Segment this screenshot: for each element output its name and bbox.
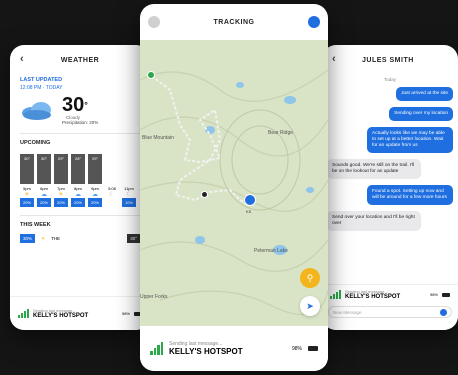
- divider: [20, 215, 140, 216]
- chat-footer: Sending last message... KELLY'S HOTSPOT …: [322, 284, 458, 330]
- current-weather: 30° Cloudy Precipitation: 20%: [10, 91, 150, 125]
- map-label: Peterman Lake: [254, 248, 288, 254]
- hour-column: 29° 7pm ☀ 20%: [54, 154, 68, 207]
- back-arrow-icon[interactable]: ‹: [20, 53, 24, 65]
- hour-column: 11pm ☾ 10%: [122, 154, 136, 207]
- tracking-header: TRACKING: [140, 4, 328, 40]
- compass-icon[interactable]: ⚲: [300, 268, 320, 288]
- hotspot-name: KELLY'S HOTSPOT: [345, 294, 401, 300]
- week-row: 30% ☀ THE 30°: [10, 228, 150, 243]
- hour-spacer: [105, 154, 119, 184]
- map-label: Blue Mountain: [142, 135, 174, 141]
- hotspot-bar: Sending last message... KELLY'S HOTSPOT …: [322, 285, 458, 304]
- tracking-title: TRACKING: [213, 18, 255, 26]
- message-input[interactable]: New Message: [328, 306, 452, 318]
- hour-precip: 20%: [54, 198, 68, 207]
- message-list: Just arrived at the site Sending over my…: [322, 84, 458, 234]
- week-day: THE: [51, 236, 61, 241]
- signal-icon: [150, 342, 163, 355]
- hour-column: 29° 9pm ☁ 20%: [88, 154, 102, 207]
- hotspot-name: KELLY'S HOTSPOT: [169, 347, 243, 356]
- battery-icon: [442, 292, 450, 297]
- degree-symbol: °: [84, 100, 88, 110]
- sun-icon: ☀: [58, 192, 64, 198]
- moon-icon: ☾: [126, 192, 132, 198]
- chat-date: Today: [383, 77, 396, 82]
- cloud-sun-icon: ☁: [41, 192, 47, 198]
- message-outgoing: Actually looks like we may be able to se…: [367, 127, 453, 153]
- message-outgoing: Sending over my location: [389, 107, 453, 121]
- hourly-forecast: 30° 5pm ☀ 20% 30° 6pm ☁ 20% 29° 7pm ☀ 20…: [10, 146, 150, 207]
- topo-map: [140, 69, 328, 316]
- hour-precip: 10%: [122, 198, 136, 207]
- back-arrow-icon[interactable]: ‹: [332, 53, 336, 65]
- hour-column: 28° 8pm ☁ 20%: [71, 154, 85, 207]
- message-input-placeholder: New Message: [333, 309, 362, 315]
- hotspot-name: KELLY'S HOTSPOT: [33, 313, 89, 319]
- precipitation: Precipitation: 20%: [62, 120, 99, 125]
- temperature: 30: [62, 94, 85, 116]
- hour-precip: 20%: [88, 198, 102, 207]
- location-pin-icon[interactable]: [244, 194, 256, 206]
- hour-precip: 20%: [71, 198, 85, 207]
- signal-icon: [18, 309, 29, 318]
- hour-temp-bar: 29°: [54, 154, 68, 184]
- weather-header: ‹ WEATHER: [10, 45, 150, 75]
- message-outgoing: Found a spot. Setting up now and will be…: [367, 185, 453, 205]
- sun-icon: ☀: [24, 192, 30, 198]
- locate-me-icon[interactable]: ➤: [300, 296, 320, 316]
- message-incoming: Sounds good. We're still on the trail. I…: [327, 159, 421, 179]
- hour-precip: 20%: [37, 198, 51, 207]
- hour-spacer: [122, 154, 136, 184]
- last-updated-time: 12:08 PM · TODAY: [20, 85, 63, 91]
- hour-temp-bar: 28°: [71, 154, 85, 184]
- cloud-icon: ☁: [92, 192, 98, 198]
- hotspot-bar: Sending last message... KELLY'S HOTSPOT …: [140, 326, 328, 371]
- profile-icon[interactable]: [308, 16, 320, 28]
- waypoint-marker[interactable]: [201, 191, 208, 198]
- hour-temp-bar: 29°: [88, 154, 102, 184]
- cloud-icon: [22, 102, 51, 120]
- hour-column: 30° 6pm ☁ 20%: [37, 154, 51, 207]
- battery-percent: 98%: [429, 292, 438, 297]
- send-icon[interactable]: [440, 308, 447, 316]
- tracking-screen: TRACKING KS Blue Mountain Bear Ridge Pet…: [140, 4, 328, 371]
- cloud-icon: ☁: [75, 192, 81, 198]
- message-incoming: Send over your location and I'll be righ…: [327, 211, 421, 231]
- divider: [20, 133, 140, 134]
- battery-percent: 98%: [291, 345, 302, 352]
- map-label: Bear Ridge: [268, 130, 294, 136]
- hour-precip: 20%: [20, 198, 34, 207]
- sun-icon: ☀: [41, 235, 46, 241]
- chat-screen: ‹ JULES SMITH Today Just arrived at the …: [322, 45, 458, 330]
- week-precip: 30%: [20, 234, 36, 243]
- chat-title: JULES SMITH: [362, 56, 414, 64]
- chat-header: ‹ JULES SMITH: [322, 45, 458, 75]
- map[interactable]: KS Blue Mountain Bear Ridge Peterman Lak…: [140, 40, 328, 326]
- hour-temp-bar: 30°: [37, 154, 51, 184]
- battery-percent: 98%: [121, 311, 130, 316]
- map-label: Upper Forks: [140, 294, 168, 300]
- weather-title: WEATHER: [60, 56, 100, 64]
- message-outgoing: Just arrived at the site: [396, 87, 453, 101]
- hour-column: 30° 5pm ☀ 20%: [20, 154, 34, 207]
- start-marker[interactable]: [147, 71, 155, 79]
- battery-icon: [308, 346, 318, 351]
- weather-screen: ‹ WEATHER LAST UPDATED 12:08 PM · TODAY …: [10, 45, 150, 330]
- hour-column: 5:08 ☾: [105, 154, 119, 207]
- hour-temp-bar: 30°: [20, 154, 34, 184]
- week-temp: 30°: [127, 234, 140, 243]
- menu-icon[interactable]: [148, 16, 160, 28]
- moon-icon: ☾: [109, 192, 115, 198]
- marker-label: KS: [246, 209, 252, 214]
- signal-icon: [330, 290, 341, 299]
- hotspot-bar: Sending last message... KELLY'S HOTSPOT …: [10, 296, 150, 330]
